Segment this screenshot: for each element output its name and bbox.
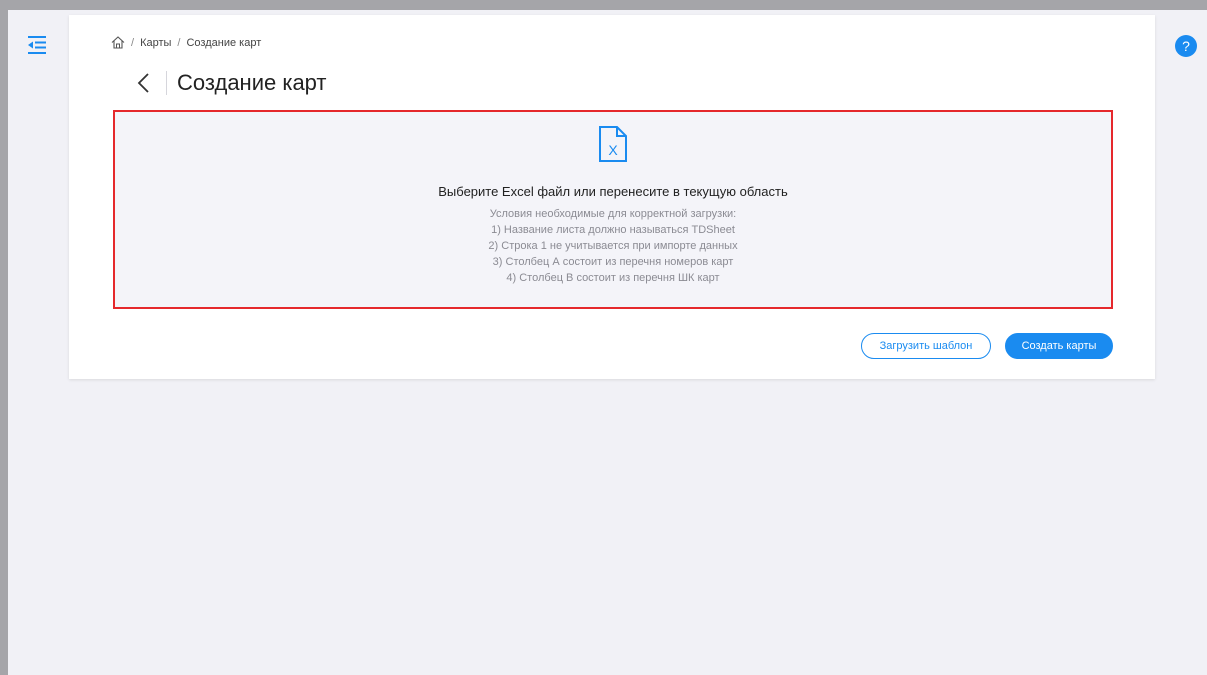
dropzone-conditions: Условия необходимые для корректной загру… xyxy=(115,206,1111,286)
load-template-button[interactable]: Загрузить шаблон xyxy=(861,333,991,359)
help-button[interactable]: ? xyxy=(1175,35,1197,57)
title-divider xyxy=(166,71,167,95)
breadcrumb: / Карты / Создание карт xyxy=(111,36,261,49)
create-cards-button[interactable]: Создать карты xyxy=(1005,333,1113,359)
dropzone-title: Выберите Excel файл или перенесите в тек… xyxy=(438,184,788,199)
condition-item: 2) Строка 1 не учитывается при импорте д… xyxy=(488,240,738,252)
main-card: / Карты / Создание карт Создание карт X … xyxy=(69,15,1155,379)
conditions-heading: Условия необходимые для корректной загру… xyxy=(489,208,737,220)
breadcrumb-separator: / xyxy=(131,36,135,49)
condition-item: 3) Столбец А состоит из перечня номеров … xyxy=(492,256,734,268)
condition-item: 4) Столбец В состоит из перечня ШК карт xyxy=(506,272,720,284)
menu-collapse-icon[interactable] xyxy=(26,35,48,55)
window-left-border xyxy=(0,0,8,675)
window-top-border xyxy=(0,0,1207,10)
excel-file-icon: X xyxy=(598,125,628,163)
breadcrumb-item-cards[interactable]: Карты xyxy=(140,37,171,49)
breadcrumb-separator: / xyxy=(177,36,181,49)
page-title: Создание карт xyxy=(177,70,327,95)
condition-item: 1) Название листа должно называться TDSh… xyxy=(491,224,735,236)
excel-file-icon-letter: X xyxy=(608,142,618,158)
breadcrumb-item-current: Создание карт xyxy=(186,36,262,49)
file-dropzone[interactable]: X Выберите Excel файл или перенесите в т… xyxy=(113,110,1113,309)
home-icon[interactable] xyxy=(111,36,125,49)
back-button[interactable] xyxy=(135,71,153,95)
